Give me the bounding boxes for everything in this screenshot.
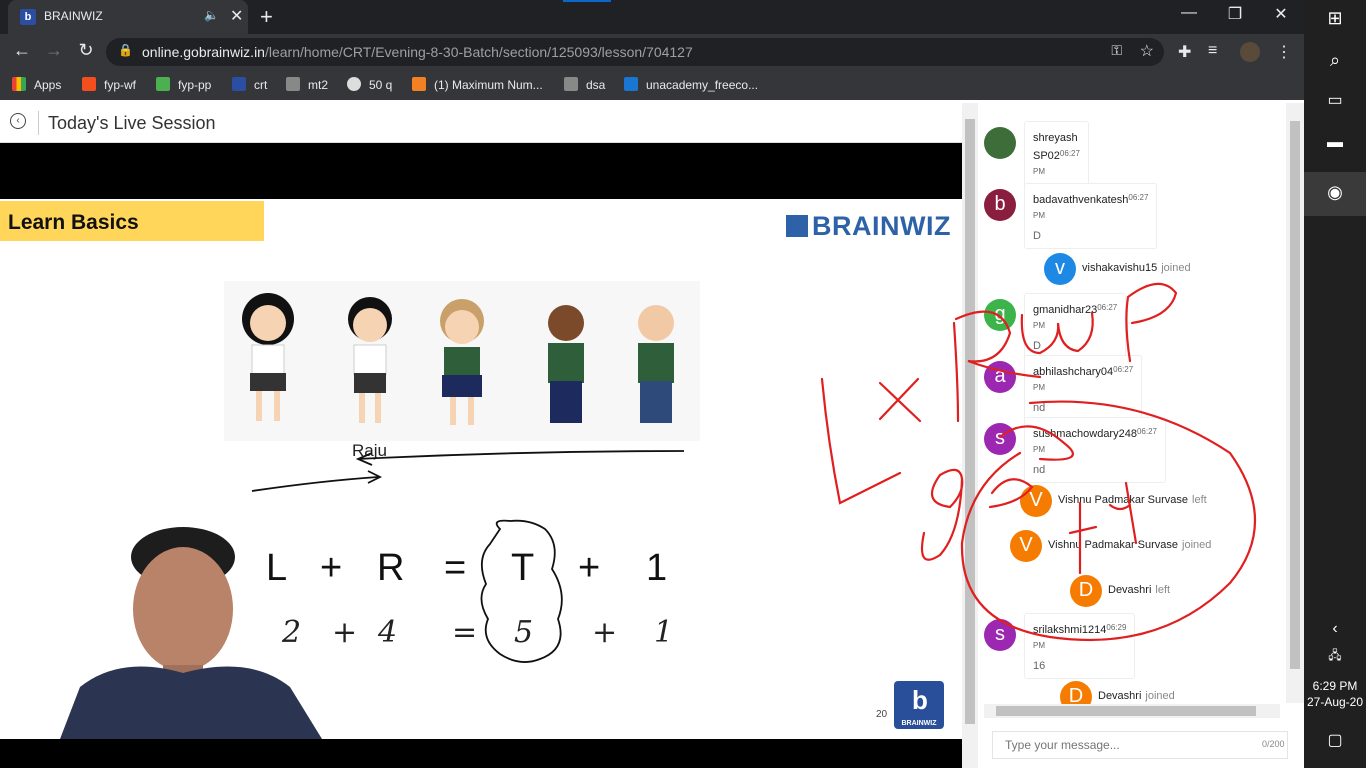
video-scrollbar[interactable] bbox=[962, 103, 978, 768]
bookmark-unacademy[interactable]: unacademy_freeco... bbox=[624, 77, 758, 92]
bookmark-crt[interactable]: crt bbox=[232, 77, 267, 92]
avatar: v bbox=[1044, 253, 1076, 285]
profile-avatar[interactable] bbox=[1240, 42, 1260, 62]
system-clock[interactable]: 6:29 PM 27-Aug-20 bbox=[1304, 678, 1366, 710]
task-view-icon[interactable]: ▭ bbox=[1304, 90, 1366, 110]
key-icon[interactable]: ⚿ bbox=[1111, 42, 1122, 59]
bookmarks-bar: Apps fyp-wf fyp-pp crt mt2 50 q (1) Maxi… bbox=[0, 70, 1304, 100]
windows-taskbar: ⊞ ⌕ ▭ ▬ ◉ ‹ 🖧 6:29 PM 27-Aug-20 ▢ bbox=[1304, 0, 1366, 768]
url-text: online.gobrainwiz.in/learn/home/CRT/Even… bbox=[142, 44, 693, 60]
search-icon[interactable]: ⌕ bbox=[1304, 50, 1366, 71]
browser-tab[interactable]: b BRAINWIZ 🔈 ✕ bbox=[8, 0, 248, 34]
equation-r: R bbox=[377, 547, 405, 589]
forward-button[interactable]: → bbox=[42, 40, 66, 61]
avatar: s bbox=[984, 619, 1016, 651]
extensions-icon[interactable]: ✚ bbox=[1178, 42, 1191, 62]
hw-plus-1: + bbox=[332, 615, 358, 650]
hw-plus-2: + bbox=[592, 615, 618, 650]
terminal-icon[interactable]: ▬ bbox=[1304, 134, 1366, 152]
students-illustration bbox=[224, 281, 700, 441]
slide-page-number: 20 bbox=[876, 709, 888, 720]
avatar: s bbox=[984, 423, 1016, 455]
chat-scrollbar[interactable] bbox=[1286, 103, 1304, 703]
new-tab-button[interactable]: + bbox=[260, 4, 273, 30]
close-window-button[interactable]: ✕ bbox=[1258, 4, 1304, 24]
speaker-icon[interactable]: 🔈 bbox=[204, 8, 219, 22]
learn-basics-banner: Learn Basics bbox=[0, 201, 264, 241]
equation-t: T bbox=[511, 547, 535, 589]
hw-5: 5 bbox=[514, 615, 534, 650]
brainwiz-favicon-icon: b bbox=[20, 9, 36, 25]
avatar: D bbox=[1070, 575, 1102, 607]
window-accent bbox=[563, 0, 611, 2]
avatar: V bbox=[1010, 530, 1042, 562]
bookmark-mt2[interactable]: mt2 bbox=[286, 77, 328, 92]
bookmark-fyp-wf[interactable]: fyp-wf bbox=[82, 77, 136, 92]
media-control-icon[interactable]: ≡ bbox=[1208, 42, 1217, 60]
bookmark-fyp-pp[interactable]: fyp-pp bbox=[156, 77, 211, 92]
maximize-button[interactable]: ❐ bbox=[1212, 4, 1258, 24]
notification-icon[interactable]: ▢ bbox=[1304, 730, 1366, 750]
avatar: V bbox=[1020, 485, 1052, 517]
chrome-taskbar-icon[interactable]: ◉ bbox=[1304, 172, 1366, 216]
bookmark-dsa[interactable]: dsa bbox=[564, 77, 605, 92]
menu-icon[interactable]: ⋮ bbox=[1276, 42, 1292, 62]
equation-one: 1 bbox=[646, 547, 668, 589]
avatar: a bbox=[984, 361, 1016, 393]
lock-icon[interactable]: 🔒 bbox=[118, 43, 133, 57]
brainwiz-corner-logo: b BRAINWIZ bbox=[894, 681, 944, 729]
tab-strip: b BRAINWIZ 🔈 ✕ + — ❐ ✕ bbox=[0, 0, 1304, 34]
address-bar[interactable]: 🔒 online.gobrainwiz.in/learn/home/CRT/Ev… bbox=[106, 38, 1164, 66]
header-divider bbox=[38, 111, 39, 135]
minimize-button[interactable]: — bbox=[1166, 4, 1212, 22]
avatar: b bbox=[984, 189, 1016, 221]
back-arrow-icon[interactable]: ‹ bbox=[10, 113, 26, 129]
hw-equals: = bbox=[452, 615, 478, 650]
live-video[interactable]: Learn Basics BRAINWIZ Raju L + R = T + 1… bbox=[0, 143, 962, 768]
instructor-video bbox=[60, 527, 322, 739]
chat-panel: shreyash SP0206:27 PMnd b badavathvenkat… bbox=[962, 103, 1304, 768]
close-tab-icon[interactable]: ✕ bbox=[230, 6, 243, 26]
equation-plus-2: + bbox=[578, 547, 601, 589]
browser-toolbar: ← → ↻ 🔒 online.gobrainwiz.in/learn/home/… bbox=[0, 34, 1304, 70]
bookmark-50q[interactable]: 50 q bbox=[347, 77, 392, 92]
avatar: g bbox=[984, 299, 1016, 331]
network-icon[interactable]: 🖧 bbox=[1304, 646, 1366, 667]
char-counter: 0/200 bbox=[1262, 739, 1285, 749]
back-button[interactable]: ← bbox=[10, 40, 34, 61]
session-header: ‹ Today's Live Session bbox=[0, 103, 962, 143]
hw-4: 4 bbox=[378, 615, 398, 650]
bookmark-apps[interactable]: Apps bbox=[12, 77, 61, 92]
tab-title: BRAINWIZ bbox=[44, 9, 103, 23]
hw-1: 1 bbox=[654, 615, 674, 650]
page-title: Today's Live Session bbox=[48, 113, 216, 133]
raju-label: Raju bbox=[352, 441, 387, 460]
page-content: ‹ Today's Live Session Learn Basics BRAI… bbox=[0, 103, 1304, 768]
windows-start-icon[interactable]: ⊞ bbox=[1304, 8, 1366, 29]
bookmark-star-icon[interactable]: ☆ bbox=[1140, 41, 1154, 61]
equation-equals: = bbox=[444, 547, 467, 589]
brainwiz-logo: BRAINWIZ bbox=[786, 211, 951, 242]
reload-button[interactable]: ↻ bbox=[74, 40, 98, 61]
chat-horizontal-scrollbar[interactable] bbox=[984, 704, 1280, 718]
avatar bbox=[984, 127, 1016, 159]
bookmark-maximum-num[interactable]: (1) Maximum Num... bbox=[412, 77, 543, 92]
chat-message-input[interactable] bbox=[992, 731, 1288, 759]
browser-window: b BRAINWIZ 🔈 ✕ + — ❐ ✕ ← → ↻ 🔒 online.go… bbox=[0, 0, 1304, 768]
presentation-slide: Learn Basics BRAINWIZ Raju L + R = T + 1… bbox=[0, 199, 962, 739]
chevron-up-icon[interactable]: ‹ bbox=[1304, 620, 1366, 638]
